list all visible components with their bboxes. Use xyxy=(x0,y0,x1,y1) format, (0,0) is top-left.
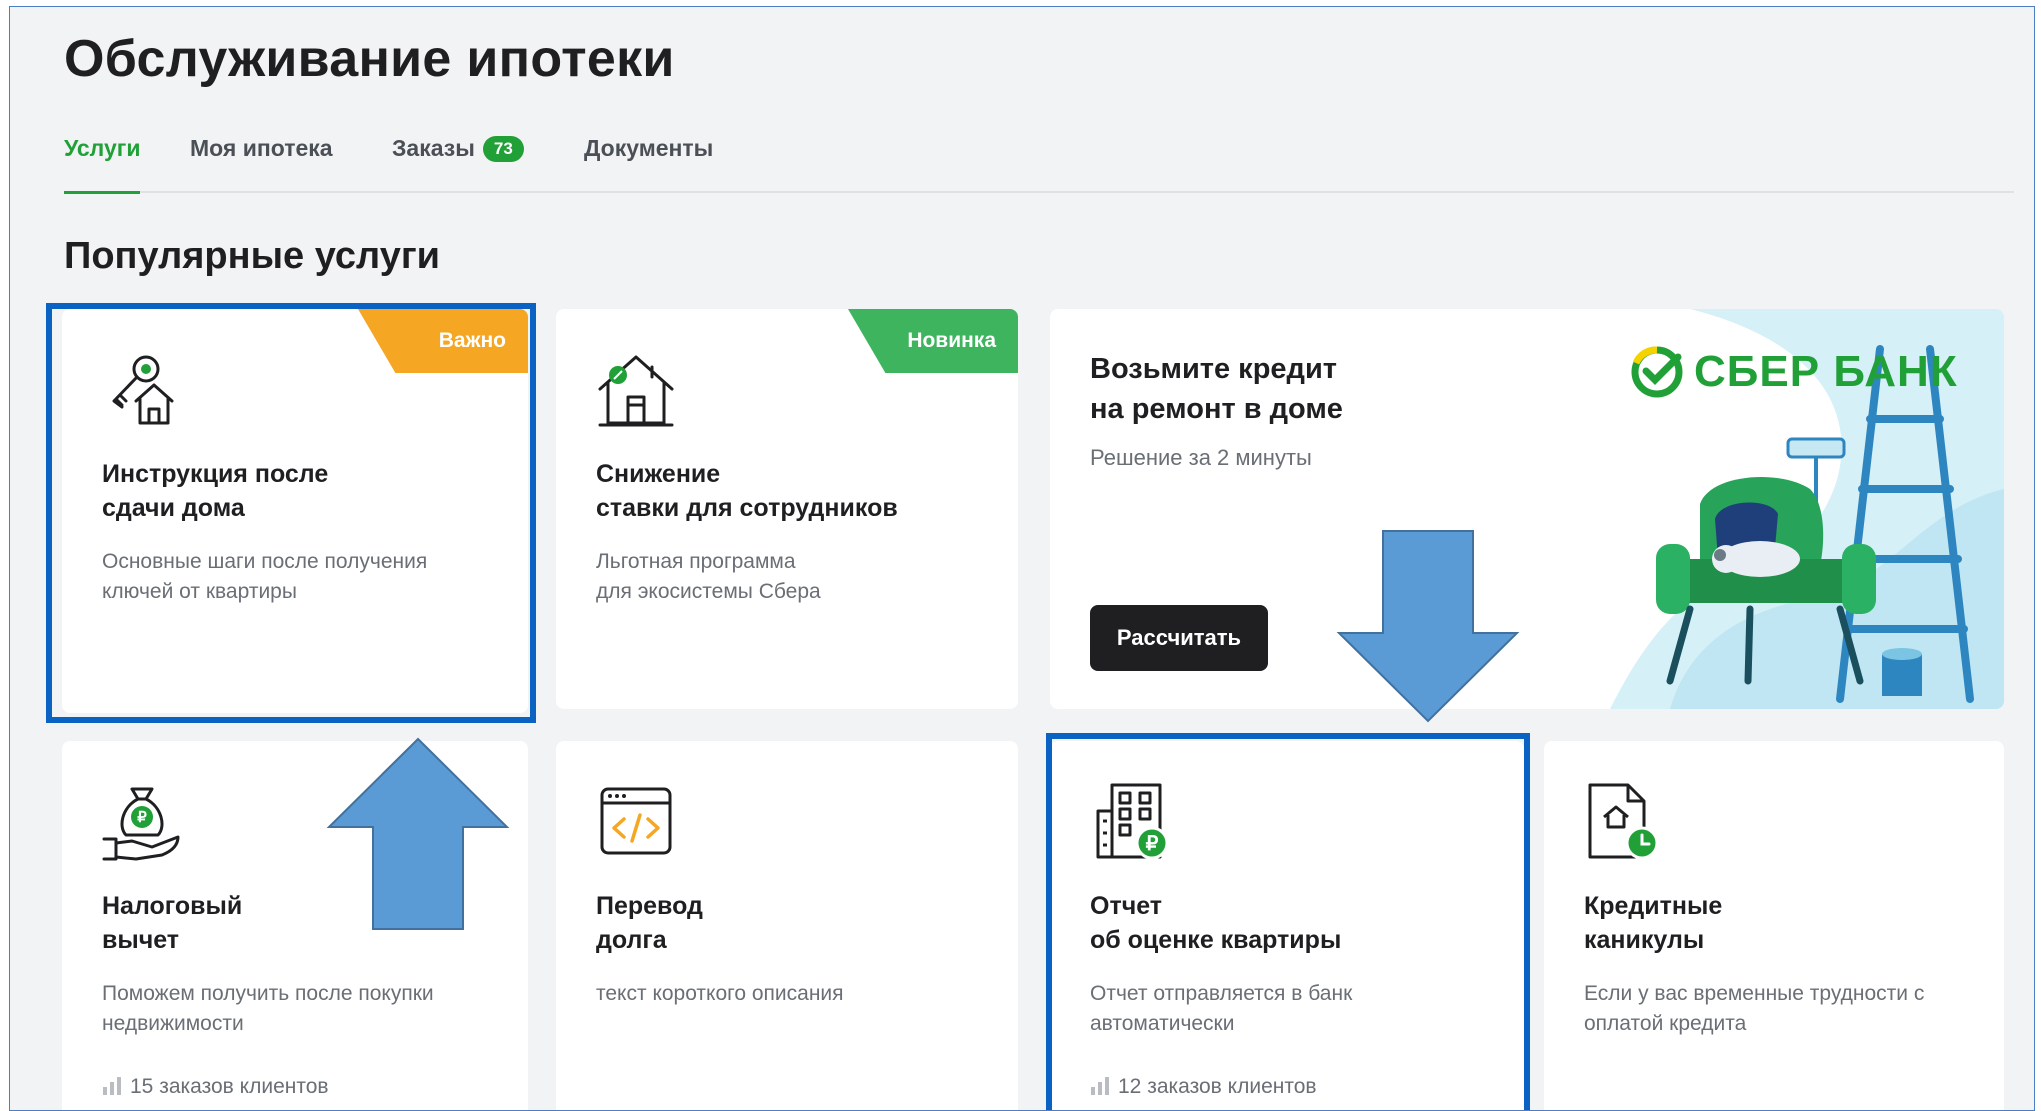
tab-services[interactable]: Услуги xyxy=(64,135,141,194)
tab-orders[interactable]: Заказы 73 xyxy=(392,135,524,193)
card-title: вычет xyxy=(102,926,180,954)
card-title: ставки для сотрудников xyxy=(596,494,898,522)
card-title: долга xyxy=(596,926,667,954)
new-ribbon: Новинка xyxy=(848,309,1018,373)
annotation-arrow-down xyxy=(1336,530,1520,723)
card-valuation-report[interactable]: ₽ Отчет об оценке квартиры Отчет отправл… xyxy=(1050,741,1524,1110)
card-instruction[interactable]: Важно Инструкция после сдачи дома Основн… xyxy=(62,309,528,713)
sber-logo-text: СБЕР БАНК xyxy=(1694,347,1958,396)
promo-title: на ремонт в доме xyxy=(1090,393,1343,425)
card-title: Инструкция после xyxy=(102,460,329,488)
card-description: ключей от квартиры xyxy=(102,580,297,603)
svg-text:₽: ₽ xyxy=(137,809,147,826)
sber-logo: СБЕР БАНК xyxy=(1630,345,1958,399)
promo-subtitle: Решение за 2 минуты xyxy=(1090,445,1312,470)
page-title: Обслуживание ипотеки xyxy=(64,30,675,88)
house-percent-icon xyxy=(598,355,674,427)
annotation-arrow-up xyxy=(326,737,510,930)
document-clock-icon xyxy=(1588,783,1659,860)
promo-banner-repair-loan[interactable]: Возьмите кредит на ремонт в доме Решение… xyxy=(1050,309,2004,709)
card-title: об оценке квартиры xyxy=(1090,926,1342,954)
card-description: Отчет отправляется в банк xyxy=(1090,982,1353,1005)
card-description: оплатой кредита xyxy=(1584,1012,1747,1035)
tab-label: Заказы xyxy=(392,135,475,161)
tab-label: Услуги xyxy=(64,135,141,161)
card-title: Налоговый xyxy=(102,892,243,920)
card-rate-reduction[interactable]: Новинка Снижение ставки для сотрудников … xyxy=(556,309,1018,709)
sber-logo-icon xyxy=(1631,346,1683,398)
app-frame: Обслуживание ипотеки Услуги Моя ипотека … xyxy=(9,6,2035,1111)
card-title: Кредитные xyxy=(1584,892,1723,920)
tab-bar: Услуги Моя ипотека Заказы 73 Документы xyxy=(64,135,2014,194)
card-description: Если у вас временные трудности с xyxy=(1584,982,1925,1005)
promo-title: Возьмите кредит xyxy=(1090,353,1337,385)
card-title: сдачи дома xyxy=(102,494,245,522)
code-window-icon xyxy=(600,787,672,855)
important-ribbon: Важно xyxy=(358,309,528,373)
card-description: автоматически xyxy=(1090,1012,1235,1035)
orders-stats: 15 заказов клиентов xyxy=(102,1075,329,1099)
tab-label: Документы xyxy=(584,135,714,161)
money-bag-hand-icon: ₽ xyxy=(102,787,180,861)
bar-chart-icon xyxy=(1091,1077,1109,1095)
keys-house-icon xyxy=(112,355,174,425)
card-description: Основные шаги после получения xyxy=(102,550,428,573)
section-title: Популярные услуги xyxy=(64,235,441,277)
card-title: Отчет xyxy=(1090,892,1163,920)
building-ruble-icon: ₽ xyxy=(1096,783,1169,860)
card-debt-transfer[interactable]: Перевод долга текст короткого описания xyxy=(556,741,1018,1110)
tab-label: Моя ипотека xyxy=(190,135,333,161)
card-credit-holidays[interactable]: Кредитные каникулы Если у вас временные … xyxy=(1544,741,2004,1110)
orders-stats-text: 12 заказов клиентов xyxy=(1118,1075,1317,1098)
orders-count-badge: 73 xyxy=(482,136,524,162)
orders-stats: 12 заказов клиентов xyxy=(1090,1075,1317,1099)
card-description: Поможем получить после покупки xyxy=(102,982,434,1005)
card-title: Снижение xyxy=(596,460,721,488)
orders-stats-text: 15 заказов клиентов xyxy=(130,1075,329,1098)
card-description: недвижимости xyxy=(102,1012,244,1035)
tab-my-mortgage[interactable]: Моя ипотека xyxy=(190,135,333,193)
tab-documents[interactable]: Документы xyxy=(584,135,713,193)
card-description: для экосистемы Сбера xyxy=(596,580,821,603)
calculate-button[interactable]: Рассчитать xyxy=(1090,605,1268,671)
bar-chart-icon xyxy=(103,1077,121,1095)
card-title: Перевод xyxy=(596,892,703,920)
card-title: каникулы xyxy=(1584,926,1705,954)
card-description: текст короткого описания xyxy=(596,982,844,1005)
card-description: Льготная программа xyxy=(596,550,796,573)
svg-text:₽: ₽ xyxy=(1146,833,1159,855)
